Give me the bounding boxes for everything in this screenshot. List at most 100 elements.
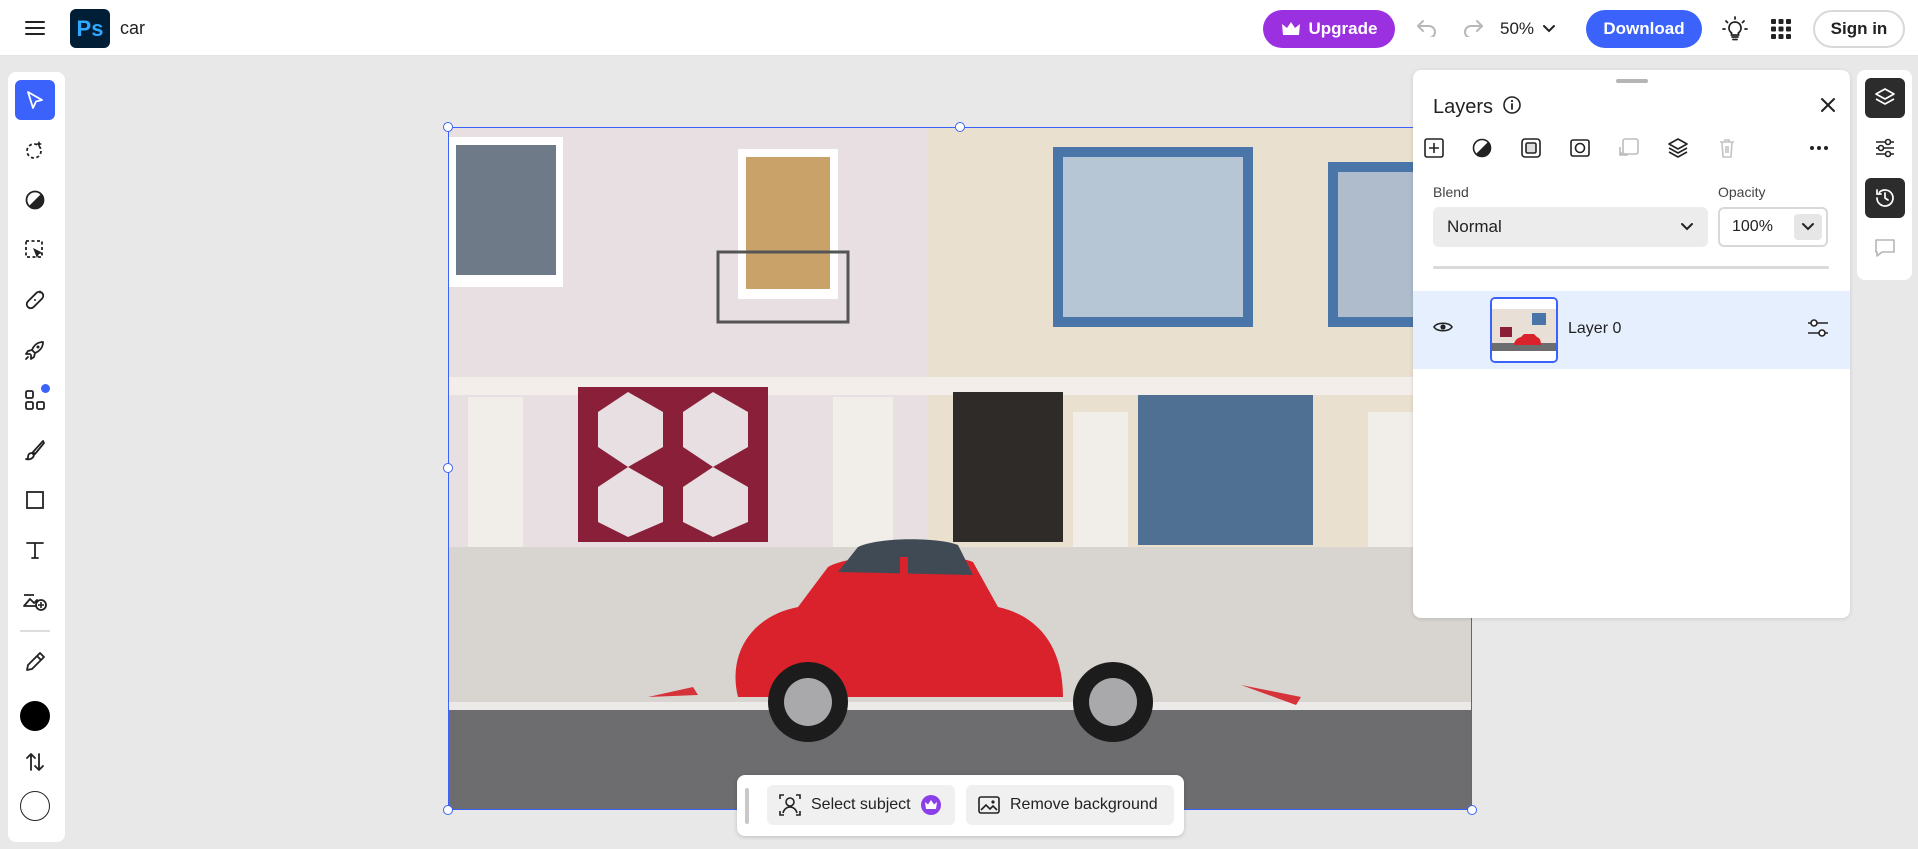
contextual-task-bar: Select subject Remove background [737,775,1184,836]
brush-icon [25,440,45,461]
eyedropper-icon [26,652,45,671]
info-icon[interactable] [1502,95,1522,120]
zoom-level: 50% [1500,19,1535,38]
foreground-swatch [20,701,50,731]
history-panel-button[interactable] [1865,178,1905,218]
image-add-icon [23,594,47,611]
upgrade-button[interactable]: Upgrade [1263,10,1395,48]
eyedropper-tool[interactable] [15,642,55,682]
quick-actions-tool[interactable] [15,330,55,370]
panel-drag-handle[interactable] [1616,79,1648,83]
move-tool[interactable] [15,80,55,120]
notification-dot [41,384,50,393]
bandage-icon [25,290,45,310]
background-color[interactable] [15,786,55,826]
document-title[interactable]: car [120,18,145,39]
visibility-toggle[interactable] [1433,319,1453,340]
brush-tool[interactable] [15,430,55,470]
transform-handle-top[interactable] [955,122,965,132]
hamburger-icon [25,21,45,35]
sign-in-button[interactable]: Sign in [1813,10,1905,48]
transform-handle-bottom-left[interactable] [443,805,453,815]
opacity-input[interactable]: 100% [1718,207,1828,247]
transform-handle-top-left[interactable] [443,122,453,132]
street-photo [448,127,1472,810]
swap-colors[interactable] [15,742,55,782]
layers-panel: Layers Blend Opacity Normal 100% Layer 0 [1413,70,1850,618]
opacity-dropdown-button[interactable] [1794,214,1822,240]
add-mask-button[interactable] [1566,134,1594,162]
contrast-icon [25,190,45,210]
layer-row[interactable]: Layer 0 [1413,291,1850,369]
person-select-icon [779,794,801,816]
foreground-color[interactable] [15,696,55,736]
swap-arrows-icon [26,753,44,771]
lightbulb-icon [1722,16,1748,41]
layer-thumbnail[interactable] [1490,297,1558,363]
tips-button[interactable] [1720,14,1750,44]
add-layer-button[interactable] [1420,134,1448,162]
select-arrow-icon [27,91,43,109]
close-icon[interactable] [1818,95,1838,120]
add-fill-layer-button[interactable] [1517,134,1545,162]
add-ons-tool[interactable] [15,380,55,420]
top-bar: Ps car Upgrade 50% Download Sign in [0,0,1918,56]
layers-icon [1875,88,1895,105]
photoshop-logo[interactable]: Ps [70,9,110,48]
text-icon [26,542,44,559]
sliders-icon [1876,138,1894,158]
transform-handle-left[interactable] [443,463,453,473]
object-selection-tool[interactable] [15,230,55,270]
blend-mode-select[interactable]: Normal [1433,207,1708,247]
panel-title: Layers [1433,96,1494,118]
trash-icon [1720,139,1734,158]
rocket-icon [25,341,44,360]
history-icon [1876,189,1894,207]
layer-properties-button[interactable] [1806,317,1830,344]
properties-panel-button[interactable] [1865,128,1905,168]
select-subject-button[interactable]: Select subject [767,785,955,825]
right-rail [1857,70,1912,280]
canvas-image[interactable] [448,127,1472,810]
remove-background-button[interactable]: Remove background [966,785,1174,825]
layers-panel-button[interactable] [1865,78,1905,118]
delete-layer-button[interactable] [1713,134,1741,162]
redo-button[interactable] [1458,14,1488,42]
quick-select-icon [26,141,42,159]
eye-icon [1433,322,1453,332]
chevron-down-icon [1681,223,1693,231]
clip-to-below-button[interactable] [1615,134,1643,162]
apps-grid-icon [1771,19,1791,39]
rectangle-icon [26,491,44,509]
healing-tool[interactable] [15,280,55,320]
apps-button[interactable] [1766,14,1796,44]
more-options-button[interactable] [1805,134,1833,162]
transform-handle-bottom-right[interactable] [1467,805,1477,815]
layer-name[interactable]: Layer 0 [1568,320,1621,338]
generative-fill-tool[interactable] [15,580,55,620]
undo-button[interactable] [1412,14,1442,42]
download-button[interactable]: Download [1586,10,1702,48]
quick-selection-tool[interactable] [15,130,55,170]
menu-button[interactable] [20,14,50,42]
comments-panel-button[interactable] [1865,228,1905,268]
text-tool[interactable] [15,530,55,570]
clipping-mask-icon [1619,138,1639,156]
crown-icon [1281,22,1300,35]
add-adjustment-button[interactable] [1468,134,1496,162]
opacity-value: 100% [1732,218,1773,235]
shape-tool[interactable] [15,480,55,520]
toolbar-divider [20,630,50,632]
layer-options-button[interactable] [1664,134,1692,162]
adjustment-layer-icon [1472,138,1492,158]
sliders-icon [1808,319,1828,337]
zoom-dropdown[interactable]: 50% [1500,16,1556,42]
blend-mode-value: Normal [1447,217,1502,236]
remove-background-label: Remove background [1010,796,1158,813]
image-icon [978,796,1000,814]
drag-handle[interactable] [745,788,749,824]
layer-stack-icon [1668,138,1688,158]
left-toolbar [8,72,65,842]
adjustments-tool[interactable] [15,180,55,220]
object-select-icon [25,240,43,258]
